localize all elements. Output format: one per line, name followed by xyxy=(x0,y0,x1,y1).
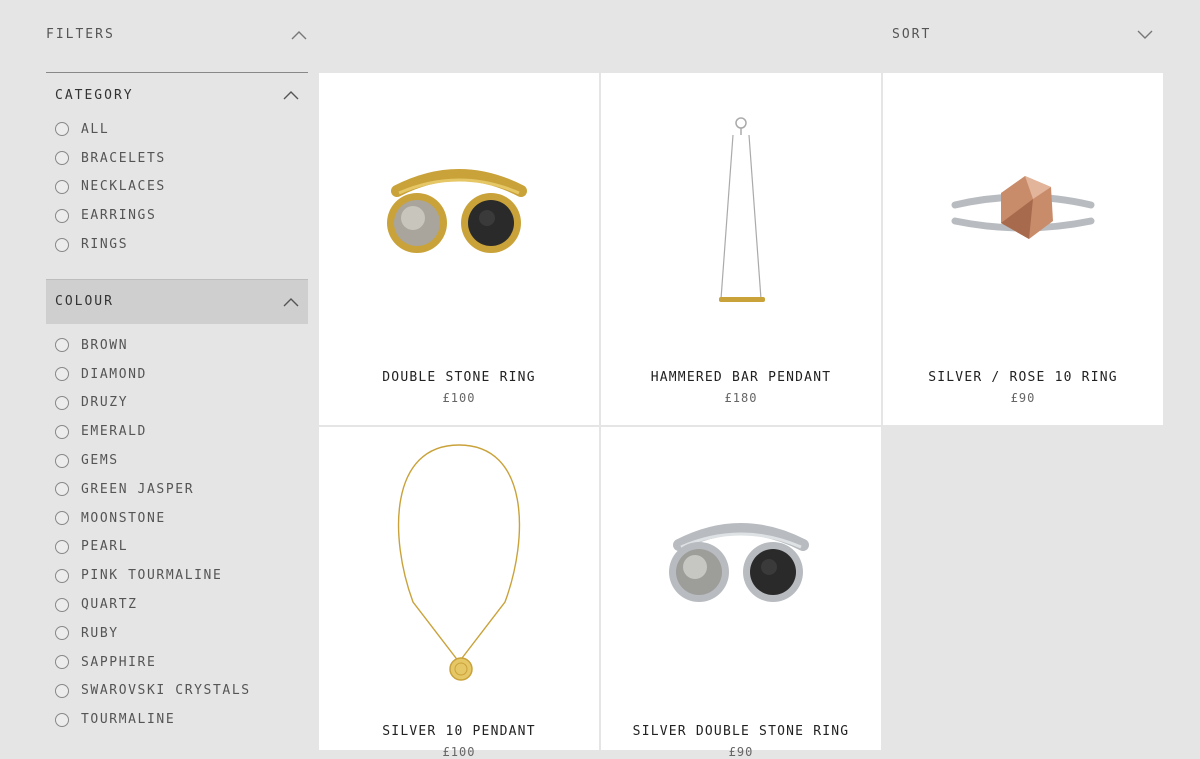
colour-option[interactable]: QUARTZ xyxy=(55,590,308,619)
radio-button[interactable] xyxy=(55,338,69,353)
chevron-up-icon[interactable] xyxy=(283,297,299,307)
product-image[interactable] xyxy=(601,73,881,353)
colour-option[interactable]: PINK TOURMALINE xyxy=(55,561,308,590)
radio-button[interactable] xyxy=(55,597,69,612)
chevron-up-icon[interactable] xyxy=(291,30,307,40)
colour-option[interactable]: SAPPHIRE xyxy=(55,648,308,677)
colour-option[interactable]: EMERALD xyxy=(55,417,308,446)
colour-option[interactable]: BROWN xyxy=(55,331,308,360)
colour-option-label: GREEN JASPER xyxy=(81,481,195,497)
chevron-up-icon[interactable] xyxy=(283,90,299,100)
radio-button[interactable] xyxy=(55,568,69,583)
category-option-label: EARRINGS xyxy=(81,208,157,224)
colour-option-label: BROWN xyxy=(81,337,129,353)
radio-button[interactable] xyxy=(55,208,69,223)
colour-option[interactable]: DIAMOND xyxy=(55,360,308,389)
radio-button[interactable] xyxy=(55,655,69,670)
colour-option-label: DRUZY xyxy=(81,395,129,411)
colour-option[interactable]: GEMS xyxy=(55,446,308,475)
colour-option[interactable]: PEARL xyxy=(55,533,308,562)
chevron-down-icon[interactable] xyxy=(1137,30,1153,40)
category-option[interactable]: BRACELETS xyxy=(55,144,308,173)
colour-option-label: SAPPHIRE xyxy=(81,654,157,670)
colour-option-label: TOURMALINE xyxy=(81,712,176,728)
product-card[interactable]: SILVER 10 PENDANT £100 xyxy=(319,427,599,759)
radio-button[interactable] xyxy=(55,237,69,252)
category-option[interactable]: EARRINGS xyxy=(55,201,308,230)
colour-option-label: SWAROVSKI CRYSTALS xyxy=(81,683,251,699)
category-option-label: BRACELETS xyxy=(81,150,166,166)
product-image[interactable] xyxy=(601,427,881,707)
category-option[interactable]: NECKLACES xyxy=(55,173,308,202)
colour-option[interactable]: TOURMALINE xyxy=(55,705,308,734)
product-price: £100 xyxy=(442,745,476,759)
colour-option-label: PEARL xyxy=(81,539,129,555)
category-option-label: ALL xyxy=(81,121,110,137)
category-title: CATEGORY xyxy=(55,87,134,103)
product-price: £180 xyxy=(724,391,758,405)
filters-toggle-label[interactable]: FILTERS xyxy=(46,27,115,42)
radio-button[interactable] xyxy=(55,712,69,727)
colour-option-label: PINK TOURMALINE xyxy=(81,568,223,584)
category-option-label: NECKLACES xyxy=(81,179,166,195)
radio-button[interactable] xyxy=(55,482,69,497)
colour-option[interactable]: RUBY xyxy=(55,619,308,648)
product-name[interactable]: DOUBLE STONE RING xyxy=(319,370,599,385)
radio-button[interactable] xyxy=(55,395,69,410)
filter-sidebar: CATEGORY ALL BRACELETS NECKLACES EARRINGS RI… xyxy=(46,72,308,734)
colour-title: COLOUR xyxy=(55,294,114,310)
colour-option-label: QUARTZ xyxy=(81,597,138,613)
radio-button[interactable] xyxy=(55,179,69,194)
category-option[interactable]: RINGS xyxy=(55,230,308,259)
radio-button[interactable] xyxy=(55,367,69,382)
product-card[interactable]: HAMMERED BAR PENDANT £180 xyxy=(601,73,881,425)
product-name[interactable]: SILVER / ROSE 10 RING xyxy=(883,370,1163,385)
colour-option[interactable]: GREEN JASPER xyxy=(55,475,308,504)
product-image[interactable] xyxy=(883,73,1163,353)
colour-option[interactable]: DRUZY xyxy=(55,389,308,418)
product-price: £90 xyxy=(1010,391,1036,405)
product-name[interactable]: HAMMERED BAR PENDANT xyxy=(601,370,881,385)
colour-section-header[interactable]: COLOUR xyxy=(46,278,308,324)
product-name[interactable]: SILVER 10 PENDANT xyxy=(319,724,599,739)
colour-option[interactable]: SWAROVSKI CRYSTALS xyxy=(55,677,308,706)
colour-options: BROWN DIAMOND DRUZY EMERALD GEMS GREEN JASPER… xyxy=(46,331,308,734)
radio-button[interactable] xyxy=(55,122,69,137)
product-card[interactable]: SILVER / ROSE 10 RING £90 xyxy=(883,73,1163,425)
product-price: £90 xyxy=(728,745,754,759)
radio-button[interactable] xyxy=(55,151,69,166)
colour-option-label: MOONSTONE xyxy=(81,510,166,526)
colour-option-label: EMERALD xyxy=(81,424,147,440)
colour-option-label: RUBY xyxy=(81,625,119,641)
category-options: ALL BRACELETS NECKLACES EARRINGS RINGS xyxy=(46,115,308,259)
radio-button[interactable] xyxy=(55,424,69,439)
radio-button[interactable] xyxy=(55,539,69,554)
colour-option-label: DIAMOND xyxy=(81,366,147,382)
product-image[interactable] xyxy=(319,427,599,707)
colour-option[interactable]: MOONSTONE xyxy=(55,504,308,533)
radio-button[interactable] xyxy=(55,683,69,698)
product-price: £100 xyxy=(442,391,476,405)
category-option[interactable]: ALL xyxy=(55,115,308,144)
radio-button[interactable] xyxy=(55,511,69,526)
category-section-header[interactable]: CATEGORY xyxy=(46,73,308,117)
product-image[interactable] xyxy=(319,73,599,353)
radio-button[interactable] xyxy=(55,626,69,641)
product-name[interactable]: SILVER DOUBLE STONE RING xyxy=(601,724,881,739)
category-option-label: RINGS xyxy=(81,237,129,253)
product-card[interactable]: DOUBLE STONE RING £100 xyxy=(319,73,599,425)
colour-option-label: GEMS xyxy=(81,453,119,469)
radio-button[interactable] xyxy=(55,453,69,468)
product-card[interactable]: SILVER DOUBLE STONE RING £90 xyxy=(601,427,881,759)
sort-toggle-label[interactable]: SORT xyxy=(892,27,931,42)
